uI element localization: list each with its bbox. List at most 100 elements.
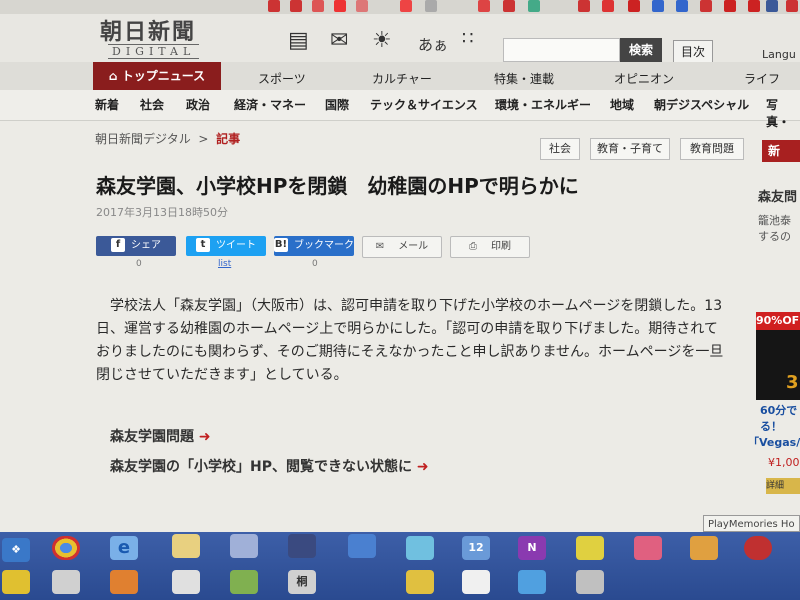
music-icon[interactable]	[462, 570, 490, 594]
bookmark-icon[interactable]	[748, 0, 760, 12]
people-icon[interactable]	[230, 534, 258, 558]
notes-icon[interactable]	[230, 570, 258, 594]
bookmark-icon[interactable]	[356, 0, 368, 12]
bookmark-icon[interactable]	[676, 0, 688, 12]
nav-culture[interactable]: カルチャー	[372, 70, 432, 87]
tag-society[interactable]: 社会	[540, 138, 580, 160]
site-logo-sub[interactable]: DIGITAL	[108, 44, 200, 59]
skype-icon[interactable]	[406, 570, 434, 594]
arrow-right-icon: ➜	[198, 429, 211, 445]
breadcrumb-home[interactable]: 朝日新聞デジタル	[95, 132, 191, 146]
nav-features[interactable]: 特集・連載	[494, 70, 554, 87]
twitter-tweet-button[interactable]: t ツイート	[186, 236, 266, 256]
nav-economy[interactable]: 経済・マネー	[234, 96, 306, 113]
bookmark-icon[interactable]	[478, 0, 490, 12]
bookmark-icon[interactable]	[334, 0, 346, 12]
mail-icon: ✉	[375, 241, 385, 252]
facebook-share-button[interactable]: f シェア	[96, 236, 176, 256]
nav-politics[interactable]: 政治	[186, 96, 210, 113]
related-link-1-label: 森友学園問題	[110, 429, 194, 445]
taskbar: ❖ e 12 N 桐	[0, 532, 800, 600]
related-link-2[interactable]: 森友学園の「小学校」HP、閲覧できない状態に ➜	[110, 456, 429, 476]
nav-tech[interactable]: テック＆サイエンス	[370, 96, 478, 113]
bookmark-icon[interactable]	[578, 0, 590, 12]
related-link-1[interactable]: 森友学園問題 ➜	[110, 426, 211, 446]
bookmark-icon[interactable]	[503, 0, 515, 12]
tag-education-issues[interactable]: 教育問題	[680, 138, 744, 160]
sidebar-ad-caption[interactable]: る！	[760, 418, 782, 434]
nav-special[interactable]: 朝デジスペシャル	[654, 96, 749, 113]
bookmark-icon[interactable]	[652, 0, 664, 12]
bookmark-icon[interactable]	[400, 0, 412, 12]
cloud-icon[interactable]	[348, 534, 376, 558]
toc-button[interactable]: 目次	[673, 40, 713, 64]
sidebar-title[interactable]: 森友問	[758, 186, 797, 205]
weather-icon[interactable]	[2, 570, 30, 594]
sidebar-ad-caption[interactable]: 60分で	[760, 402, 797, 418]
bookmark-icon[interactable]	[724, 0, 736, 12]
mail-button[interactable]: ✉ メール	[362, 236, 442, 258]
bookmarks-bar	[0, 0, 800, 14]
bookmark-icon[interactable]	[700, 0, 712, 12]
facebook-share-label: シェア	[131, 240, 161, 251]
tag-education[interactable]: 教育・子育て	[590, 138, 670, 160]
megaphone-icon[interactable]: ✉	[330, 28, 348, 53]
calendar-icon[interactable]: 12	[462, 536, 490, 560]
nav-top-news[interactable]: ⌂ トップニュース	[93, 62, 221, 90]
font-size-icon[interactable]: あぁ	[418, 34, 448, 55]
bookmark-icon[interactable]	[268, 0, 280, 12]
bookmark-icon[interactable]	[528, 0, 540, 12]
maps-icon[interactable]	[406, 536, 434, 560]
nav-international[interactable]: 国際	[325, 96, 349, 113]
settings-icon[interactable]	[518, 570, 546, 594]
sidebar-text-line: 籠池泰	[758, 214, 791, 227]
weather-icon[interactable]: ☀	[372, 28, 392, 53]
nav-top-news-label: トップニュース	[121, 69, 206, 83]
hatena-bookmark-button[interactable]: B! ブックマーク	[274, 236, 354, 256]
sticky-notes-icon[interactable]	[576, 536, 604, 560]
internet-explorer-icon[interactable]: e	[110, 536, 138, 560]
paint-icon[interactable]	[634, 536, 662, 560]
puzzle-icon[interactable]	[172, 570, 200, 594]
nav-environment[interactable]: 環境・エネルギー	[495, 96, 591, 113]
site-logo[interactable]: 朝日新聞	[100, 14, 196, 46]
sidebar-ad-caption[interactable]: 「Vegas/M	[748, 434, 800, 450]
search-input[interactable]	[503, 38, 620, 62]
sidebar-ad-details-button[interactable]: 詳細	[766, 478, 800, 494]
nav-region[interactable]: 地域	[610, 96, 634, 113]
onenote-icon[interactable]: N	[518, 536, 546, 560]
sidebar-ad-price: ¥1,00	[768, 456, 800, 469]
bookmark-icon[interactable]	[786, 0, 798, 12]
sidebar-new-label[interactable]: 新	[762, 140, 800, 162]
newspaper-icon[interactable]: ▤	[288, 28, 309, 53]
nav-photo[interactable]: 写真・	[766, 96, 800, 130]
bookmark-icon[interactable]	[628, 0, 640, 12]
nav-opinion[interactable]: オピニオン	[614, 70, 674, 87]
note-icon[interactable]	[172, 534, 200, 558]
nav-society[interactable]: 社会	[140, 96, 164, 113]
bookmark-icon[interactable]	[290, 0, 302, 12]
kanji-icon[interactable]: 桐	[288, 570, 316, 594]
windows-start-icon[interactable]: ❖	[2, 538, 30, 562]
photos-icon[interactable]	[690, 536, 718, 560]
bookmark-icon[interactable]	[425, 0, 437, 12]
tooltip: PlayMemories Ho	[703, 515, 800, 532]
breadcrumb-separator: >	[198, 132, 209, 146]
bookmark-icon[interactable]	[602, 0, 614, 12]
nav-latest[interactable]: 新着	[95, 96, 119, 113]
folder-icon[interactable]	[52, 570, 80, 594]
game-icon[interactable]	[110, 570, 138, 594]
chrome-icon[interactable]	[52, 536, 80, 560]
grid-menu-icon[interactable]: ∷	[462, 28, 473, 49]
search-button[interactable]: 検索	[620, 38, 662, 62]
bookmark-icon[interactable]	[312, 0, 324, 12]
pen-icon[interactable]	[288, 534, 316, 558]
nav-life[interactable]: ライフ	[744, 70, 780, 87]
bookmark-icon[interactable]	[766, 0, 778, 12]
nav-sports[interactable]: スポーツ	[258, 70, 306, 87]
twitter-share-count[interactable]: list	[218, 259, 231, 269]
store-icon[interactable]	[576, 570, 604, 594]
media-icon[interactable]	[744, 536, 772, 560]
language-link[interactable]: Langu	[762, 48, 796, 61]
print-button[interactable]: ⎙ 印刷	[450, 236, 530, 258]
